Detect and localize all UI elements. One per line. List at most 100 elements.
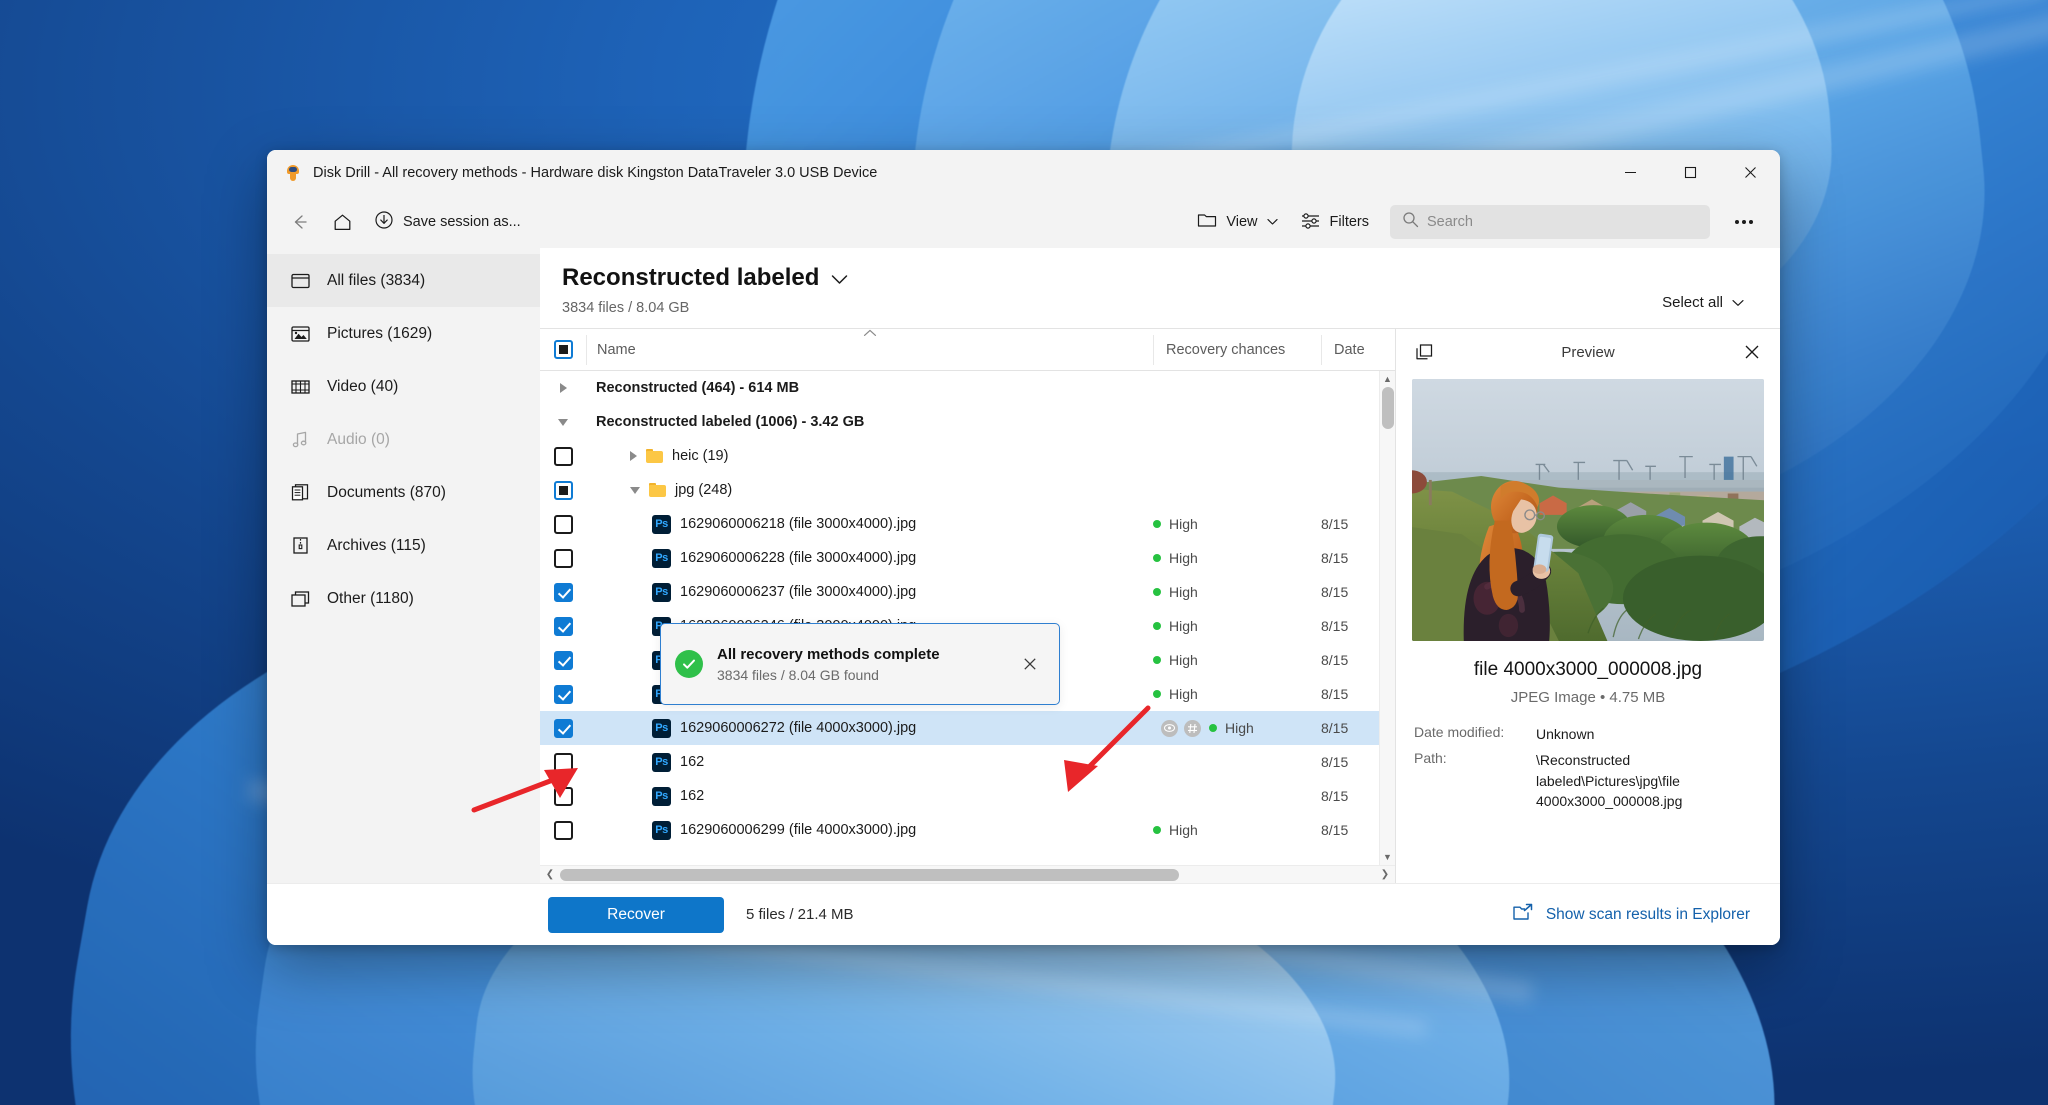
row-name-cell: jpg (248) — [586, 482, 1153, 498]
row-checkbox[interactable] — [553, 514, 573, 534]
preview-field-label: Date modified: — [1414, 724, 1505, 740]
recovery-status-dot — [1153, 622, 1161, 630]
row-checkbox[interactable] — [553, 650, 573, 670]
table-row[interactable]: Reconstructed (464) - 614 MB — [540, 371, 1395, 405]
row-name: 1629060006272 (file 4000x3000).jpg — [680, 720, 917, 736]
copy-panel-icon[interactable] — [1408, 336, 1440, 368]
row-name: 162 — [680, 788, 705, 804]
sidebar-label-other: Other (1180) — [327, 589, 414, 607]
view-button[interactable]: View — [1186, 204, 1288, 240]
row-checkbox[interactable] — [553, 752, 573, 772]
row-expander-cell — [540, 383, 586, 393]
row-checkbox[interactable] — [553, 616, 573, 636]
table-row[interactable]: Ps 1629060006237 (file 3000x4000).jpg Hi… — [540, 575, 1395, 609]
column-header-name[interactable]: Name — [586, 329, 1153, 365]
chevron-down-icon[interactable] — [558, 418, 568, 426]
recover-button[interactable]: Recover — [548, 896, 724, 933]
preview-field-label: Path: — [1414, 750, 1447, 767]
show-in-explorer-button[interactable]: Show scan results in Explorer — [1504, 897, 1758, 933]
chevron-right-icon[interactable] — [559, 383, 567, 393]
row-name: Reconstructed (464) - 614 MB — [596, 380, 800, 396]
table-row[interactable]: Ps 1629060006228 (file 3000x4000).jpg Hi… — [540, 541, 1395, 575]
scroll-down-icon[interactable]: ▼ — [1380, 849, 1395, 865]
vertical-scroll-track[interactable] — [1380, 387, 1395, 849]
select-all-button[interactable]: Select all — [1652, 290, 1754, 315]
row-checkbox[interactable] — [553, 582, 573, 602]
maximize-button[interactable] — [1660, 150, 1720, 196]
sidebar-item-other[interactable]: Other (1180) — [267, 572, 540, 625]
row-name: Reconstructed labeled (1006) - 3.42 GB — [596, 414, 865, 430]
filters-button[interactable]: Filters — [1289, 204, 1380, 240]
table-row[interactable]: Reconstructed labeled (1006) - 3.42 GB — [540, 405, 1395, 439]
search-input[interactable]: Search — [1390, 205, 1710, 239]
scroll-right-icon[interactable]: ❯ — [1375, 869, 1395, 880]
sidebar-item-documents[interactable]: Documents (870) — [267, 466, 540, 519]
row-recovery: High — [1153, 822, 1321, 838]
sidebar-item-all-files[interactable]: All files (3834) — [267, 254, 540, 307]
row-checkbox[interactable] — [553, 446, 573, 466]
chevron-down-icon — [1732, 294, 1744, 311]
save-session-button[interactable]: Save session as... — [363, 204, 532, 240]
sidebar-item-audio[interactable]: Audio (0) — [267, 413, 540, 466]
chevron-down-icon[interactable] — [630, 486, 640, 494]
sidebar-item-video[interactable]: Video (40) — [267, 360, 540, 413]
table-row[interactable]: Ps 162 8/15 — [540, 745, 1395, 779]
row-name-cell: Ps 1629060006299 (file 4000x3000).jpg — [586, 820, 1153, 840]
back-button[interactable] — [279, 204, 321, 240]
page-title-row[interactable]: Reconstructed labeled — [562, 264, 1652, 292]
row-checkbox[interactable] — [553, 786, 573, 806]
table-row[interactable]: Ps 1629060006218 (file 3000x4000).jpg Hi… — [540, 507, 1395, 541]
table-row[interactable]: heic (19) — [540, 439, 1395, 473]
row-recovery: High — [1153, 550, 1321, 566]
title-bar: Disk Drill - All recovery methods - Hard… — [267, 150, 1780, 196]
table-vertical-scrollbar[interactable]: ▲ ▼ — [1379, 371, 1395, 865]
row-recovery: High — [1209, 720, 1321, 736]
recovery-label: High — [1169, 652, 1198, 668]
eye-icon[interactable] — [1161, 719, 1178, 737]
close-button[interactable] — [1720, 150, 1780, 196]
row-checkbox-cell — [540, 446, 586, 466]
scroll-up-icon[interactable]: ▲ — [1380, 371, 1395, 387]
more-options-button[interactable] — [1724, 204, 1764, 240]
table-row[interactable]: Ps 1629060006299 (file 4000x3000).jpg Hi… — [540, 813, 1395, 847]
column-header-recovery-chances[interactable]: Recovery chances — [1153, 334, 1321, 365]
sidebar-item-pictures[interactable]: Pictures (1629) — [267, 307, 540, 360]
toolbar: Save session as... View Filters Search — [267, 196, 1780, 248]
sidebar-item-archives[interactable]: Archives (115) — [267, 519, 540, 572]
row-name: heic (19) — [672, 448, 729, 464]
row-checkbox[interactable] — [553, 548, 573, 568]
chevron-right-icon[interactable] — [630, 451, 637, 461]
row-date: 8/15 — [1321, 686, 1349, 702]
scroll-left-icon[interactable]: ❮ — [540, 869, 560, 880]
audio-icon — [289, 429, 311, 451]
toast-text: All recovery methods complete 3834 files… — [717, 646, 1001, 683]
folder-icon — [649, 483, 666, 497]
table-horizontal-scrollbar[interactable]: ❮ ❯ — [540, 865, 1395, 883]
row-checkbox[interactable] — [553, 480, 573, 500]
master-checkbox[interactable] — [553, 340, 573, 359]
row-checkbox[interactable] — [553, 820, 573, 840]
vertical-scroll-thumb[interactable] — [1382, 387, 1394, 429]
photoshop-file-icon: Ps — [652, 786, 671, 806]
preview-close-button[interactable] — [1736, 336, 1768, 368]
horizontal-scroll-track[interactable] — [560, 866, 1375, 883]
row-checkbox[interactable] — [553, 684, 573, 704]
preview-image-graphic — [1412, 379, 1764, 641]
show-in-explorer-label: Show scan results in Explorer — [1545, 905, 1750, 923]
pictures-icon — [289, 323, 311, 345]
row-checkbox[interactable] — [553, 718, 573, 738]
horizontal-scroll-thumb[interactable] — [560, 869, 1180, 881]
chevron-down-icon[interactable] — [831, 264, 848, 292]
minimize-button[interactable] — [1600, 150, 1660, 196]
table-row-selected[interactable]: Ps 1629060006272 (file 4000x3000).jpg Hi… — [540, 711, 1395, 745]
table-row[interactable]: Ps 162 8/15 — [540, 779, 1395, 813]
disk-drill-icon — [283, 163, 303, 183]
column-header-date[interactable]: Date — [1321, 334, 1379, 365]
photoshop-file-icon: Ps — [652, 582, 671, 602]
home-button[interactable] — [321, 204, 363, 240]
hash-icon[interactable] — [1184, 719, 1201, 737]
row-date: 8/15 — [1321, 516, 1349, 532]
table-row[interactable]: jpg (248) — [540, 473, 1395, 507]
bottom-bar: Recover 5 files / 21.4 MB Show scan resu… — [267, 883, 1780, 945]
toast-close-button[interactable] — [1015, 649, 1045, 679]
